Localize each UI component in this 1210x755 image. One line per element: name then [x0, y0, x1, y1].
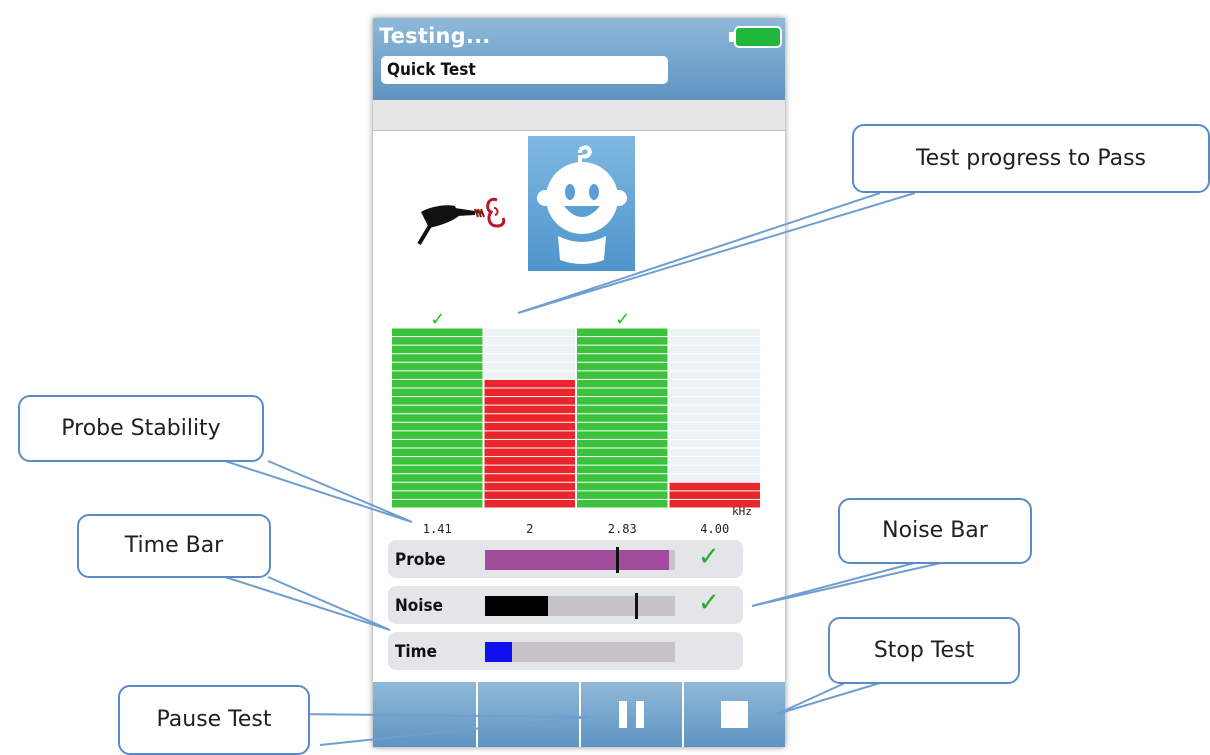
- callout-stop-test: Stop Test: [828, 617, 1020, 684]
- callout-pause-test-text: Pause Test: [156, 707, 272, 732]
- callout-noise-bar-text: Noise Bar: [882, 518, 988, 543]
- callout-noise-bar: Noise Bar: [838, 498, 1032, 564]
- callout-probe-stability-text: Probe Stability: [61, 416, 221, 441]
- callout-test-progress: Test progress to Pass: [852, 124, 1210, 193]
- callout-stop-test-text: Stop Test: [873, 638, 975, 663]
- callout-pointers: [224, 192, 946, 746]
- callout-pause-test: Pause Test: [118, 685, 310, 755]
- callout-probe-stability: Probe Stability: [18, 395, 264, 462]
- callout-time-bar: Time Bar: [77, 514, 271, 578]
- callout-test-progress-text: Test progress to Pass: [915, 146, 1147, 171]
- callout-time-bar-text: Time Bar: [124, 533, 224, 558]
